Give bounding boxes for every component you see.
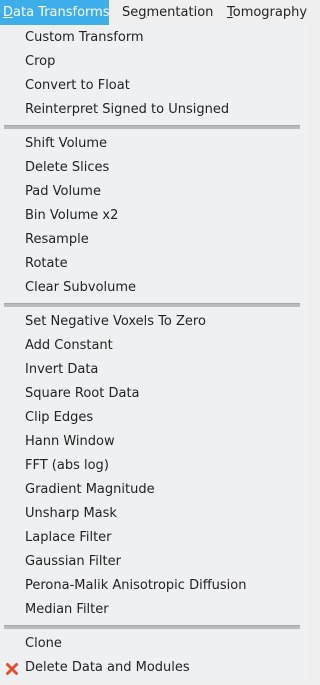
menu-item-label: Rotate xyxy=(25,256,68,271)
menu-item-reinterpret-signed-to-unsigned[interactable]: Reinterpret Signed to Unsigned xyxy=(0,98,306,122)
menu-item-gaussian-filter[interactable]: Gaussian Filter xyxy=(0,550,306,574)
menu-label-suffix: mentation xyxy=(146,5,214,20)
menu-item-label: Square Root Data xyxy=(25,386,140,401)
menu-segmentation[interactable]: Segmentation xyxy=(122,0,213,25)
data-transforms-dropdown: Custom Transform Crop Convert to Float R… xyxy=(0,25,306,681)
menu-item-delete-data-and-modules[interactable]: Delete Data and Modules xyxy=(0,656,306,680)
menu-item-label: Clear Subvolume xyxy=(25,280,137,295)
menu-item-label: Bin Volume x2 xyxy=(25,208,119,223)
menu-label-suffix: ata Transforms xyxy=(13,5,110,20)
menu-label-suffix: omography xyxy=(232,5,308,20)
menu-item-unsharp-mask[interactable]: Unsharp Mask xyxy=(0,502,306,526)
menu-item-set-negative-voxels-to-zero[interactable]: Set Negative Voxels To Zero xyxy=(0,310,306,334)
menu-separator xyxy=(4,303,300,307)
menu-item-clip-edges[interactable]: Clip Edges xyxy=(0,406,306,430)
menu-item-custom-transform[interactable]: Custom Transform xyxy=(0,26,306,50)
menu-item-label: Add Constant xyxy=(25,338,113,353)
menubar: Data Transforms Segmentation Tomography xyxy=(0,0,307,25)
menu-item-fft-abs-log[interactable]: FFT (abs log) xyxy=(0,454,306,478)
menu-item-label: Reinterpret Signed to Unsigned xyxy=(25,102,230,117)
menu-item-label: FFT (abs log) xyxy=(25,458,109,473)
menu-item-label: Crop xyxy=(25,54,56,69)
menu-item-hann-window[interactable]: Hann Window xyxy=(0,430,306,454)
menu-item-clone[interactable]: Clone xyxy=(0,632,306,656)
menu-item-label: Set Negative Voxels To Zero xyxy=(25,314,206,329)
menu-separator xyxy=(4,625,300,629)
menu-mnemonic: D xyxy=(3,5,14,20)
menu-item-resample[interactable]: Resample xyxy=(0,228,306,252)
menu-label-prefix: Se xyxy=(122,5,139,20)
menu-mnemonic: g xyxy=(138,5,147,20)
menu-item-rotate[interactable]: Rotate xyxy=(0,252,306,276)
menu-item-gradient-magnitude[interactable]: Gradient Magnitude xyxy=(0,478,306,502)
menu-tomography[interactable]: Tomography xyxy=(227,0,307,25)
menu-item-label: Invert Data xyxy=(25,362,99,377)
menu-item-pad-volume[interactable]: Pad Volume xyxy=(0,180,306,204)
menu-item-label: Gradient Magnitude xyxy=(25,482,155,497)
menu-item-label: Median Filter xyxy=(25,602,109,617)
menu-separator xyxy=(4,125,300,129)
menu-item-label: Convert to Float xyxy=(25,78,130,93)
menu-item-label: Delete Data and Modules xyxy=(25,660,190,675)
menu-item-label: Resample xyxy=(25,232,89,247)
menu-item-label: Perona-Malik Anisotropic Diffusion xyxy=(25,578,247,593)
menu-item-clear-subvolume[interactable]: Clear Subvolume xyxy=(0,276,306,300)
menu-data-transforms[interactable]: Data Transforms xyxy=(0,0,110,25)
menu-item-label: Shift Volume xyxy=(25,136,108,151)
menu-item-label: Laplace Filter xyxy=(25,530,112,545)
menu-item-label: Custom Transform xyxy=(25,30,144,45)
menu-item-square-root-data[interactable]: Square Root Data xyxy=(0,382,306,406)
menu-item-bin-volume-x2[interactable]: Bin Volume x2 xyxy=(0,204,306,228)
red-x-icon xyxy=(5,661,19,675)
menu-item-label: Clone xyxy=(25,636,62,651)
menu-item-delete-slices[interactable]: Delete Slices xyxy=(0,156,306,180)
menu-item-crop[interactable]: Crop xyxy=(0,50,306,74)
menu-item-laplace-filter[interactable]: Laplace Filter xyxy=(0,526,306,550)
menu-item-label: Pad Volume xyxy=(25,184,101,199)
menu-item-label: Delete Slices xyxy=(25,160,110,175)
menu-item-median-filter[interactable]: Median Filter xyxy=(0,598,306,622)
menu-item-label: Clip Edges xyxy=(25,410,94,425)
menu-item-label: Unsharp Mask xyxy=(25,506,117,521)
menu-item-convert-to-float[interactable]: Convert to Float xyxy=(0,74,306,98)
menu-item-label: Hann Window xyxy=(25,434,115,449)
menu-item-label: Gaussian Filter xyxy=(25,554,121,569)
menu-item-invert-data[interactable]: Invert Data xyxy=(0,358,306,382)
menu-item-shift-volume[interactable]: Shift Volume xyxy=(0,132,306,156)
menu-item-add-constant[interactable]: Add Constant xyxy=(0,334,306,358)
menu-item-perona-malik-anisotropic-diffusion[interactable]: Perona-Malik Anisotropic Diffusion xyxy=(0,574,306,598)
